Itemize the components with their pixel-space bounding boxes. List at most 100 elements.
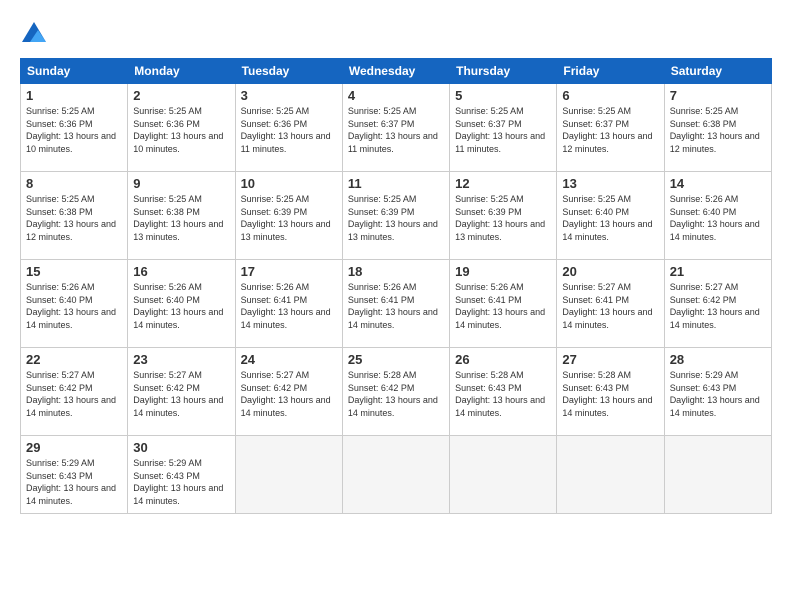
day-number: 18 [348,264,444,279]
cell-text: Sunrise: 5:25 AMSunset: 6:37 PMDaylight:… [348,106,438,154]
day-number: 22 [26,352,122,367]
day-number: 25 [348,352,444,367]
page: Sunday Monday Tuesday Wednesday Thursday… [0,0,792,612]
table-row [450,436,557,514]
col-saturday: Saturday [664,59,771,84]
col-thursday: Thursday [450,59,557,84]
table-row: 18 Sunrise: 5:26 AMSunset: 6:41 PMDayligh… [342,260,449,348]
logo-icon [20,20,48,48]
table-row: 13 Sunrise: 5:25 AMSunset: 6:40 PMDayligh… [557,172,664,260]
cell-text: Sunrise: 5:25 AMSunset: 6:38 PMDaylight:… [670,106,760,154]
table-row: 2 Sunrise: 5:25 AMSunset: 6:36 PMDaylight… [128,84,235,172]
day-number: 29 [26,440,122,455]
cell-text: Sunrise: 5:25 AMSunset: 6:38 PMDaylight:… [133,194,223,242]
day-number: 12 [455,176,551,191]
cell-text: Sunrise: 5:25 AMSunset: 6:36 PMDaylight:… [241,106,331,154]
table-row: 26 Sunrise: 5:28 AMSunset: 6:43 PMDayligh… [450,348,557,436]
table-row: 12 Sunrise: 5:25 AMSunset: 6:39 PMDayligh… [450,172,557,260]
cell-text: Sunrise: 5:25 AMSunset: 6:36 PMDaylight:… [133,106,223,154]
cell-text: Sunrise: 5:25 AMSunset: 6:37 PMDaylight:… [562,106,652,154]
col-wednesday: Wednesday [342,59,449,84]
cell-text: Sunrise: 5:25 AMSunset: 6:39 PMDaylight:… [241,194,331,242]
col-friday: Friday [557,59,664,84]
cell-text: Sunrise: 5:25 AMSunset: 6:39 PMDaylight:… [348,194,438,242]
table-row: 7 Sunrise: 5:25 AMSunset: 6:38 PMDaylight… [664,84,771,172]
day-number: 16 [133,264,229,279]
col-monday: Monday [128,59,235,84]
col-sunday: Sunday [21,59,128,84]
cell-text: Sunrise: 5:26 AMSunset: 6:40 PMDaylight:… [133,282,223,330]
cell-text: Sunrise: 5:25 AMSunset: 6:37 PMDaylight:… [455,106,545,154]
calendar-table: Sunday Monday Tuesday Wednesday Thursday… [20,58,772,514]
day-number: 19 [455,264,551,279]
day-number: 7 [670,88,766,103]
day-number: 30 [133,440,229,455]
cell-text: Sunrise: 5:25 AMSunset: 6:36 PMDaylight:… [26,106,116,154]
day-number: 5 [455,88,551,103]
day-number: 23 [133,352,229,367]
day-number: 9 [133,176,229,191]
table-row: 10 Sunrise: 5:25 AMSunset: 6:39 PMDayligh… [235,172,342,260]
day-number: 17 [241,264,337,279]
cell-text: Sunrise: 5:26 AMSunset: 6:40 PMDaylight:… [670,194,760,242]
day-number: 1 [26,88,122,103]
table-row [664,436,771,514]
table-row: 16 Sunrise: 5:26 AMSunset: 6:40 PMDayligh… [128,260,235,348]
day-number: 28 [670,352,766,367]
day-number: 24 [241,352,337,367]
day-number: 21 [670,264,766,279]
table-row: 28 Sunrise: 5:29 AMSunset: 6:43 PMDayligh… [664,348,771,436]
cell-text: Sunrise: 5:27 AMSunset: 6:41 PMDaylight:… [562,282,652,330]
table-row: 9 Sunrise: 5:25 AMSunset: 6:38 PMDaylight… [128,172,235,260]
day-number: 2 [133,88,229,103]
cell-text: Sunrise: 5:26 AMSunset: 6:41 PMDaylight:… [241,282,331,330]
cell-text: Sunrise: 5:29 AMSunset: 6:43 PMDaylight:… [133,458,223,506]
table-row: 1 Sunrise: 5:25 AMSunset: 6:36 PMDaylight… [21,84,128,172]
cell-text: Sunrise: 5:27 AMSunset: 6:42 PMDaylight:… [133,370,223,418]
cell-text: Sunrise: 5:25 AMSunset: 6:40 PMDaylight:… [562,194,652,242]
cell-text: Sunrise: 5:28 AMSunset: 6:43 PMDaylight:… [455,370,545,418]
header [20,20,772,48]
cell-text: Sunrise: 5:27 AMSunset: 6:42 PMDaylight:… [26,370,116,418]
day-number: 11 [348,176,444,191]
day-number: 6 [562,88,658,103]
cell-text: Sunrise: 5:26 AMSunset: 6:41 PMDaylight:… [348,282,438,330]
cell-text: Sunrise: 5:27 AMSunset: 6:42 PMDaylight:… [670,282,760,330]
col-tuesday: Tuesday [235,59,342,84]
table-row: 22 Sunrise: 5:27 AMSunset: 6:42 PMDayligh… [21,348,128,436]
day-number: 15 [26,264,122,279]
table-row: 6 Sunrise: 5:25 AMSunset: 6:37 PMDaylight… [557,84,664,172]
table-row: 27 Sunrise: 5:28 AMSunset: 6:43 PMDayligh… [557,348,664,436]
cell-text: Sunrise: 5:29 AMSunset: 6:43 PMDaylight:… [26,458,116,506]
table-row: 29 Sunrise: 5:29 AMSunset: 6:43 PMDayligh… [21,436,128,514]
cell-text: Sunrise: 5:25 AMSunset: 6:38 PMDaylight:… [26,194,116,242]
cell-text: Sunrise: 5:27 AMSunset: 6:42 PMDaylight:… [241,370,331,418]
table-row: 24 Sunrise: 5:27 AMSunset: 6:42 PMDayligh… [235,348,342,436]
table-row [342,436,449,514]
cell-text: Sunrise: 5:25 AMSunset: 6:39 PMDaylight:… [455,194,545,242]
day-number: 4 [348,88,444,103]
cell-text: Sunrise: 5:26 AMSunset: 6:40 PMDaylight:… [26,282,116,330]
table-row: 11 Sunrise: 5:25 AMSunset: 6:39 PMDayligh… [342,172,449,260]
day-number: 27 [562,352,658,367]
day-number: 26 [455,352,551,367]
table-row: 25 Sunrise: 5:28 AMSunset: 6:42 PMDayligh… [342,348,449,436]
day-number: 3 [241,88,337,103]
table-row: 19Sunrise: 5:26 AMSunset: 6:41 PMDayligh… [450,260,557,348]
table-row: 21 Sunrise: 5:27 AMSunset: 6:42 PMDayligh… [664,260,771,348]
day-number: 10 [241,176,337,191]
cell-text: Sunrise: 5:28 AMSunset: 6:43 PMDaylight:… [562,370,652,418]
table-row [235,436,342,514]
table-row: 20 Sunrise: 5:27 AMSunset: 6:41 PMDayligh… [557,260,664,348]
table-row: 15 Sunrise: 5:26 AMSunset: 6:40 PMDayligh… [21,260,128,348]
day-number: 8 [26,176,122,191]
table-row [557,436,664,514]
table-row: 8 Sunrise: 5:25 AMSunset: 6:38 PMDaylight… [21,172,128,260]
cell-text: Sunrise: 5:29 AMSunset: 6:43 PMDaylight:… [670,370,760,418]
table-row: 3 Sunrise: 5:25 AMSunset: 6:36 PMDaylight… [235,84,342,172]
day-number: 20 [562,264,658,279]
table-row: 14Sunrise: 5:26 AMSunset: 6:40 PMDayligh… [664,172,771,260]
day-number: 13 [562,176,658,191]
table-row: 17 Sunrise: 5:26 AMSunset: 6:41 PMDayligh… [235,260,342,348]
cell-text: Sunrise: 5:28 AMSunset: 6:42 PMDaylight:… [348,370,438,418]
